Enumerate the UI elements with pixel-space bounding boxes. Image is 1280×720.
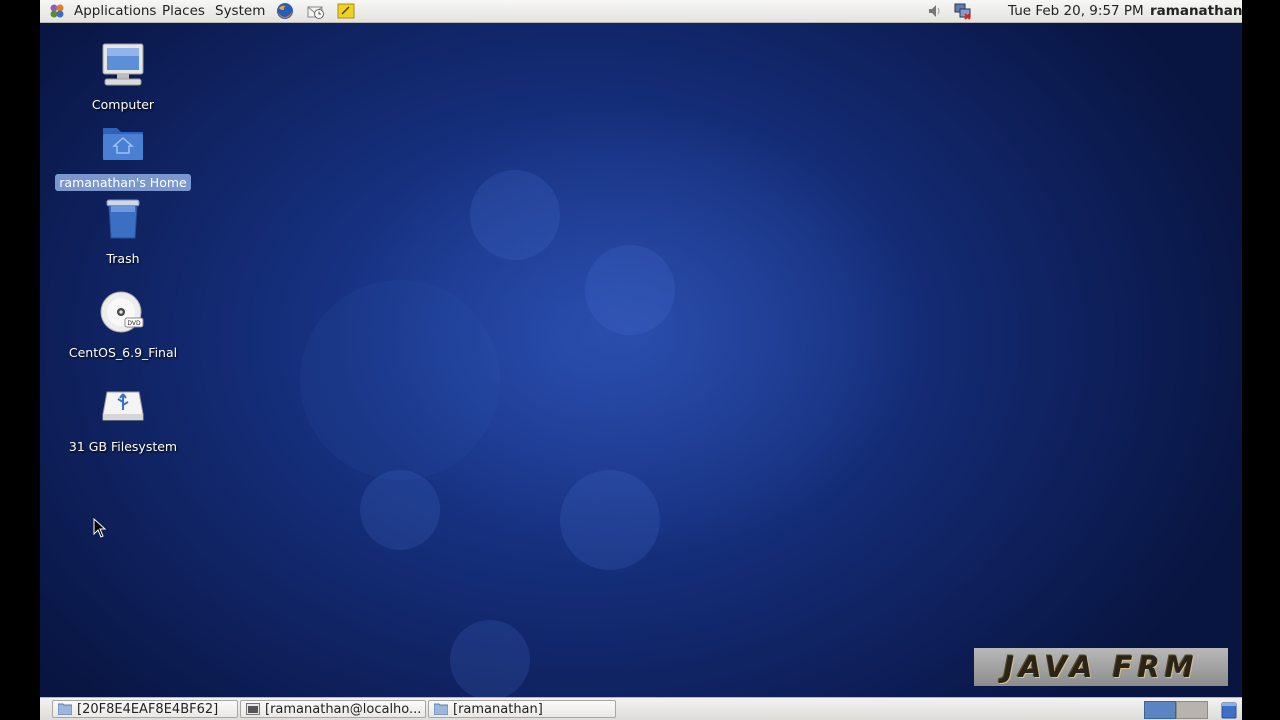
taskbar-item-folder-1[interactable]: [20F8E4EAF8E4BF62] (52, 700, 238, 718)
usb-drive-icon (102, 391, 144, 421)
wallpaper-bokeh (360, 470, 440, 550)
desktop-icon-dvd[interactable]: DVD CentOS_6.9_Final (53, 290, 193, 361)
wallpaper-bokeh (450, 620, 530, 700)
mouse-cursor-icon (93, 518, 107, 538)
desktop-icon-trash[interactable]: Trash (53, 196, 193, 267)
menu-places[interactable]: Places (162, 2, 205, 20)
taskbar-item-label: [20F8E4EAF8E4BF62] (77, 702, 219, 717)
top-panel: Applications Places System Tue Feb 20, 9… (40, 0, 1242, 23)
taskbar-item-label: [ramanathan] (453, 702, 543, 717)
computer-icon (102, 43, 144, 86)
network-disconnected-icon[interactable] (954, 2, 972, 20)
trash-icon (106, 199, 140, 239)
trash-applet-icon[interactable] (1220, 701, 1238, 719)
applications-icon (50, 4, 64, 18)
notes-icon[interactable] (337, 2, 355, 20)
home-folder-icon (103, 128, 143, 160)
desktop[interactable]: Applications Places System Tue Feb 20, 9… (40, 0, 1242, 720)
desktop-icon-label: CentOS_6.9_Final (68, 345, 178, 360)
desktop-icon-filesystem[interactable]: 31 GB Filesystem (53, 384, 193, 455)
desktop-icon-label: 31 GB Filesystem (68, 439, 178, 454)
desktop-icon-home[interactable]: ramanathan's Home (53, 120, 193, 191)
user-name[interactable]: ramanathan (1150, 2, 1242, 20)
taskbar-item-terminal[interactable]: [ramanathan@localho... (240, 700, 426, 718)
wallpaper-bokeh (560, 470, 660, 570)
folder-icon (434, 703, 448, 715)
bottom-panel: [20F8E4EAF8E4BF62] [ramanathan@localho..… (40, 697, 1242, 720)
watermark-logo: JAVA FRM (974, 648, 1228, 686)
wallpaper-bokeh (300, 280, 500, 480)
volume-icon[interactable] (926, 2, 944, 20)
wallpaper-bokeh (585, 245, 675, 335)
desktop-icon-label: Computer (91, 97, 155, 112)
menu-applications[interactable]: Applications (74, 2, 156, 20)
desktop-icon-label: Trash (106, 251, 140, 266)
taskbar-item-folder-2[interactable]: [ramanathan] (428, 700, 616, 718)
clock[interactable]: Tue Feb 20, 9:57 PM (1008, 2, 1144, 20)
terminal-icon (246, 703, 260, 715)
desktop-icon-label: ramanathan's Home (55, 174, 191, 191)
workspace-2[interactable] (1176, 701, 1208, 719)
taskbar-item-label: [ramanathan@localho... (265, 702, 422, 717)
wallpaper-bokeh (470, 170, 560, 260)
dvd-icon: DVD (100, 291, 144, 333)
svg-text:DVD: DVD (127, 320, 141, 327)
mail-clock-icon[interactable] (307, 2, 325, 20)
folder-icon (58, 703, 72, 715)
workspace-1[interactable] (1144, 701, 1176, 719)
firefox-icon[interactable] (276, 2, 294, 20)
menu-system[interactable]: System (215, 2, 265, 20)
desktop-icon-computer[interactable]: Computer (53, 42, 193, 113)
